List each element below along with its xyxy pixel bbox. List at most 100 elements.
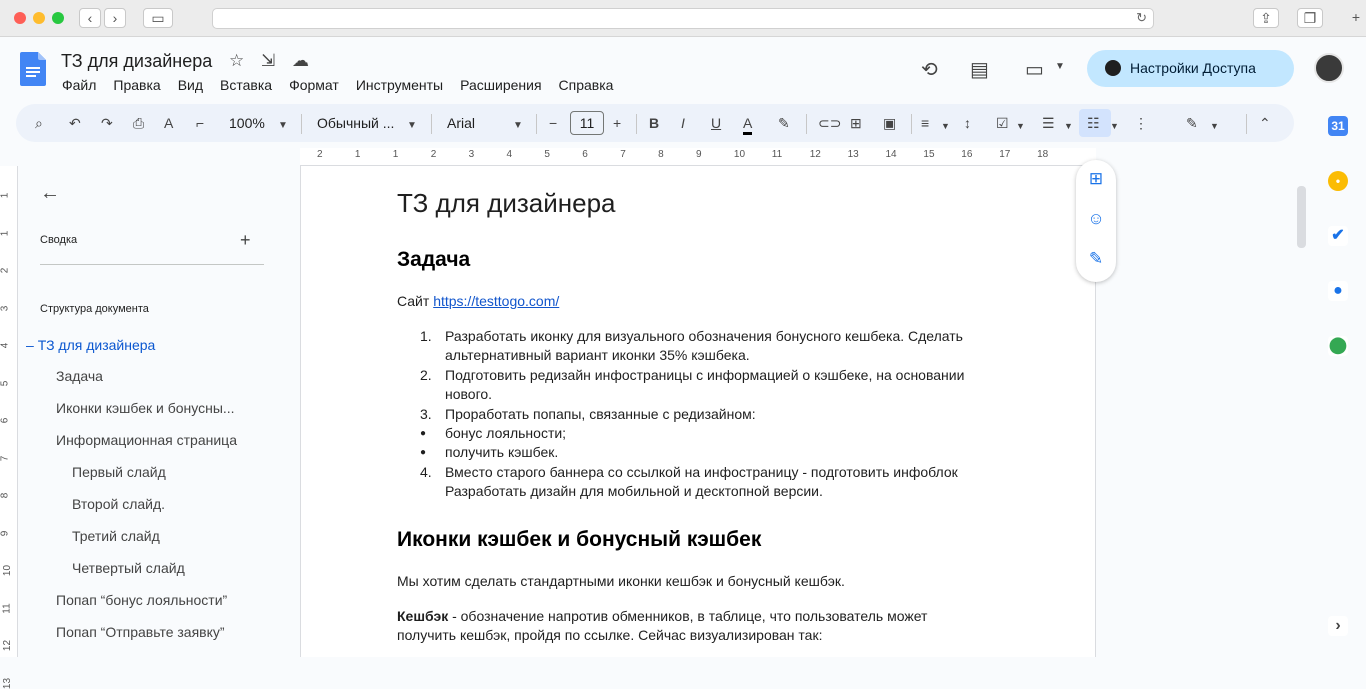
back-icon[interactable]: ‹: [79, 8, 101, 28]
editing-mode-icon[interactable]: ✎: [1186, 114, 1198, 132]
outline-item[interactable]: Попап “Отправьте заявку”: [56, 624, 225, 640]
sidebar-toggle-icon[interactable]: ▭: [143, 8, 173, 28]
list-item[interactable]: Разработать дизайн для мобильной и дескт…: [445, 482, 823, 501]
outline-item[interactable]: Первый слайд: [72, 464, 166, 480]
history-icon[interactable]: ⟲: [921, 57, 938, 82]
minimize-window-button[interactable]: [33, 12, 45, 24]
heading-icons[interactable]: Иконки кэшбек и бонусный кэшбек: [397, 528, 761, 552]
underline-icon[interactable]: U: [711, 114, 721, 132]
comments-icon[interactable]: ▤: [970, 57, 989, 82]
document-page[interactable]: ТЗ для дизайнера Задача Сайт https://tes…: [300, 166, 1096, 657]
bulleted-list-icon[interactable]: ☰: [1042, 114, 1055, 132]
bulleted-list-dropdown-icon[interactable]: ▼: [1064, 117, 1073, 135]
move-folder-icon[interactable]: ⇲: [261, 51, 275, 71]
outline-item[interactable]: Попап “бонус лояльности”: [56, 592, 227, 608]
meet-video-icon[interactable]: ▭: [1025, 57, 1044, 82]
reload-icon[interactable]: ↻: [1136, 10, 1147, 26]
list-item[interactable]: бонус лояльности;: [445, 424, 566, 443]
list-item[interactable]: Проработать попапы, связанные с редизайн…: [445, 405, 756, 424]
paragraph[interactable]: получить кешбэк, пройдя по ссылке. Сейча…: [397, 626, 822, 645]
menu-insert[interactable]: Вставка: [220, 77, 272, 93]
close-outline-icon[interactable]: ←: [40, 182, 60, 205]
cloud-status-icon[interactable]: ☁: [292, 51, 309, 71]
keep-icon[interactable]: •: [1328, 171, 1348, 191]
calendar-icon[interactable]: 31: [1328, 116, 1348, 136]
share-page-icon[interactable]: ⇪: [1253, 8, 1279, 28]
site-paragraph[interactable]: Сайт https://testtogo.com/: [397, 292, 559, 311]
share-button[interactable]: Настройки Доступа: [1087, 50, 1294, 87]
new-tab-icon[interactable]: +: [1346, 8, 1366, 28]
address-bar[interactable]: ↻: [212, 8, 1154, 29]
paragraph[interactable]: Кешбэк - обозначение напротив обменников…: [397, 607, 927, 626]
more-options-icon[interactable]: ⋮: [1134, 114, 1148, 132]
add-comment-icon[interactable]: ⊞: [1086, 169, 1106, 189]
decrease-font-size-icon[interactable]: −: [549, 114, 557, 132]
paragraph[interactable]: Мы хотим сделать стандартными иконки кеш…: [397, 572, 845, 591]
doc-title[interactable]: ТЗ для дизайнера: [397, 188, 616, 219]
list-item[interactable]: нового.: [445, 385, 492, 404]
spellcheck-icon[interactable]: A: [164, 114, 173, 132]
bold-icon[interactable]: B: [649, 114, 659, 132]
align-icon[interactable]: ≡: [921, 114, 929, 132]
outline-item[interactable]: – ТЗ для дизайнера: [26, 337, 155, 353]
insert-image-icon[interactable]: ▣: [883, 114, 896, 132]
paint-format-icon[interactable]: ⌐: [196, 114, 204, 132]
outline-item[interactable]: Третий слайд: [72, 528, 160, 544]
outline-item[interactable]: Четвертый слайд: [72, 560, 185, 576]
font-select[interactable]: Arial: [447, 114, 475, 132]
suggest-edits-icon[interactable]: ✎: [1086, 249, 1106, 269]
zoom-window-button[interactable]: [52, 12, 64, 24]
list-item[interactable]: альтернативный вариант иконки 35% кэшбек…: [445, 346, 750, 365]
font-size-input[interactable]: 11: [570, 111, 604, 135]
checklist-dropdown-icon[interactable]: ▼: [1016, 117, 1025, 135]
zoom-dropdown-icon[interactable]: ▼: [278, 117, 288, 135]
forward-icon[interactable]: ›: [104, 8, 126, 28]
hide-menus-icon[interactable]: ⌃: [1259, 114, 1271, 132]
outline-item[interactable]: Информационная страница: [56, 432, 237, 448]
horizontal-ruler[interactable]: 2 1 1 2 3 4 5 6 7 8 9 10 11 12 13 14 15 16 17 18: [300, 148, 1096, 166]
list-item[interactable]: Разработать иконку для визуального обозн…: [445, 327, 963, 346]
tabs-overview-icon[interactable]: ❐: [1297, 8, 1323, 28]
outline-item[interactable]: Задача: [56, 368, 103, 384]
menu-tools[interactable]: Инструменты: [356, 77, 443, 93]
menu-view[interactable]: Вид: [178, 77, 203, 93]
increase-font-size-icon[interactable]: +: [613, 114, 621, 132]
contacts-icon[interactable]: ●: [1328, 281, 1348, 301]
undo-icon[interactable]: ↶: [69, 114, 81, 132]
menu-extensions[interactable]: Расширения: [460, 77, 541, 93]
menu-edit[interactable]: Правка: [113, 77, 160, 93]
emoji-reaction-icon[interactable]: ☺: [1086, 209, 1106, 229]
expand-panel-icon[interactable]: ›: [1328, 616, 1348, 636]
tasks-icon[interactable]: ✔: [1328, 226, 1348, 246]
print-icon[interactable]: ⎙: [133, 114, 144, 132]
add-comment-icon[interactable]: ⊞: [850, 114, 862, 132]
heading-task[interactable]: Задача: [397, 248, 470, 272]
align-dropdown-icon[interactable]: ▼: [941, 117, 950, 135]
insert-link-icon[interactable]: ⊂⊃: [818, 114, 841, 132]
list-item[interactable]: получить кэшбек.: [445, 443, 558, 462]
menu-file[interactable]: Файл: [62, 77, 96, 93]
site-link[interactable]: https://testtogo.com/: [433, 293, 559, 309]
line-spacing-icon[interactable]: ↕: [964, 114, 971, 132]
numbered-list-dropdown-icon[interactable]: ▼: [1110, 117, 1119, 135]
add-summary-icon[interactable]: +: [240, 230, 251, 251]
scrollbar[interactable]: [1297, 186, 1306, 248]
redo-icon[interactable]: ↷: [101, 114, 113, 132]
document-title[interactable]: ТЗ для дизайнера: [61, 51, 212, 72]
avatar[interactable]: [1314, 53, 1344, 83]
text-color-icon[interactable]: A: [743, 114, 753, 135]
meet-dropdown-icon[interactable]: ▼: [1055, 61, 1065, 72]
star-icon[interactable]: ☆: [229, 51, 244, 71]
font-dropdown-icon[interactable]: ▼: [513, 117, 523, 135]
close-window-button[interactable]: [14, 12, 26, 24]
editing-mode-dropdown-icon[interactable]: ▼: [1210, 117, 1219, 135]
checklist-icon[interactable]: ☑: [996, 114, 1009, 132]
list-item[interactable]: Подготовить редизайн инфостраницы с инфо…: [445, 366, 964, 385]
zoom-select[interactable]: 100%: [229, 114, 265, 132]
menu-format[interactable]: Формат: [289, 77, 339, 93]
vertical-ruler[interactable]: 1 1 2 3 4 5 6 7 8 9 10 11 12 13: [0, 166, 18, 689]
style-dropdown-icon[interactable]: ▼: [407, 117, 417, 135]
highlight-color-icon[interactable]: ✎: [778, 114, 790, 132]
maps-icon[interactable]: ⬤: [1328, 336, 1348, 356]
outline-item[interactable]: Иконки кэшбек и бонусны...: [56, 400, 235, 416]
